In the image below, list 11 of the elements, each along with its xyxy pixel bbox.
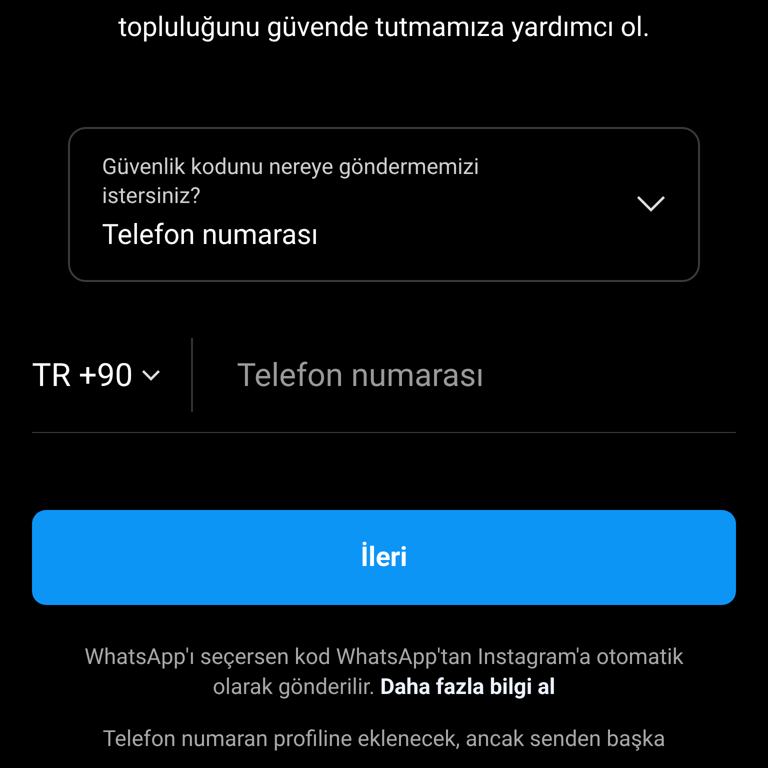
- country-code-selector[interactable]: TR +90: [32, 338, 193, 412]
- privacy-note: Telefon numaran profiline eklenecek, ancak senden başka: [102, 726, 666, 754]
- dropdown-label: Güvenlik kodunu nereye göndermemizi istersiniz?: [102, 154, 480, 211]
- learn-more-link[interactable]: Daha fazla bilgi al: [380, 675, 556, 700]
- phone-number-field[interactable]: Telefon numarası: [236, 351, 736, 399]
- destination-dropdown[interactable]: Güvenlik kodunu nereye göndermemizi istersiniz? Telefon numarası: [68, 127, 700, 282]
- chevron-down-icon: [636, 195, 666, 213]
- dropdown-value: Telefon numarası: [102, 217, 320, 253]
- whatsapp-note: WhatsApp'ı seçersen kod WhatsApp'tan Instagram'a otomatik olarak gönderilir. Daha fazla bilgi al: [84, 644, 684, 702]
- chevron-down-icon: [140, 369, 161, 381]
- intro-text: topluluğunu güvende tutmamıza yardımcı ol.: [118, 10, 650, 44]
